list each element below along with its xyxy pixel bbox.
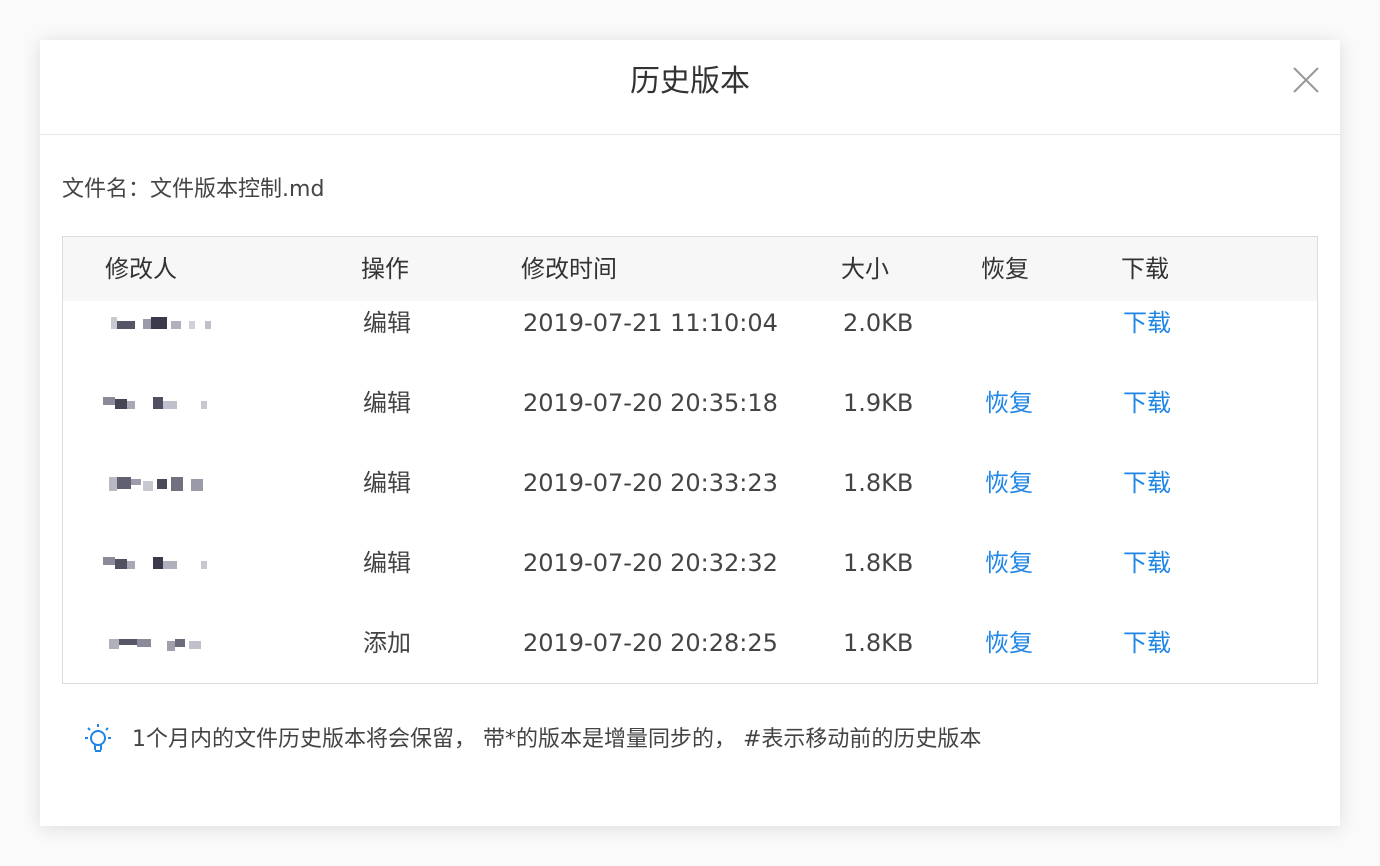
modifier-avatar-blurred (103, 391, 213, 415)
file-name-label: 文件名： (62, 177, 151, 202)
cell-time: 2019-07-21 11:10:04 (523, 309, 778, 337)
cell-size: 1.8KB (843, 629, 914, 657)
file-name-row: 文件名：文件版本控制.md (62, 174, 324, 206)
column-header-size: 大小 (841, 255, 889, 283)
download-link[interactable]: 下载 (1123, 627, 1171, 659)
cell-size: 1.9KB (843, 389, 914, 417)
modifier-avatar-blurred (109, 311, 219, 335)
cell-action: 编辑 (363, 549, 411, 577)
modifier-avatar-blurred (103, 551, 213, 575)
tip-text: 1个月内的文件历史版本将会保留， 带*的版本是增量同步的， #表示移动前的历史版… (132, 727, 982, 752)
modifier-avatar-blurred (109, 631, 219, 655)
cell-action: 编辑 (363, 469, 411, 497)
history-table: 修改人 操作 修改时间 大小 恢复 下载 编辑 2019-07-21 11:10… (62, 236, 1318, 684)
column-header-time: 修改时间 (521, 255, 617, 283)
download-link[interactable]: 下载 (1123, 387, 1171, 419)
cell-action: 添加 (363, 629, 411, 657)
cell-time: 2019-07-20 20:28:25 (523, 629, 778, 657)
cell-size: 2.0KB (843, 309, 914, 337)
restore-link[interactable]: 恢复 (985, 467, 1033, 499)
cell-action: 编辑 (363, 309, 411, 337)
cell-time: 2019-07-20 20:35:18 (523, 389, 778, 417)
lightbulb-icon (80, 722, 116, 758)
cell-time: 2019-07-20 20:33:23 (523, 469, 778, 497)
cell-action: 编辑 (363, 389, 411, 417)
table-row: 编辑 2019-07-20 20:32:32 1.8KB 恢复 下载 (63, 547, 1317, 627)
restore-link[interactable]: 恢复 (985, 627, 1033, 659)
modifier-avatar-blurred (109, 471, 219, 495)
table-header: 修改人 操作 修改时间 大小 恢复 下载 (63, 237, 1317, 301)
download-link[interactable]: 下载 (1123, 467, 1171, 499)
download-link[interactable]: 下载 (1123, 547, 1171, 579)
download-link[interactable]: 下载 (1123, 307, 1171, 339)
cell-size: 1.8KB (843, 549, 914, 577)
column-header-modifier: 修改人 (105, 255, 177, 283)
cell-size: 1.8KB (843, 469, 914, 497)
table-row: 编辑 2019-07-20 20:35:18 1.9KB 恢复 下载 (63, 387, 1317, 467)
restore-link[interactable]: 恢复 (985, 547, 1033, 579)
cell-time: 2019-07-20 20:32:32 (523, 549, 778, 577)
dialog-title: 历史版本 (630, 64, 750, 99)
table-row: 编辑 2019-07-21 11:10:04 2.0KB 下载 (63, 307, 1317, 387)
column-header-action: 操作 (361, 255, 409, 283)
column-header-download: 下载 (1121, 255, 1169, 283)
dialog-header: 历史版本 (40, 40, 1340, 135)
close-button[interactable] (1288, 62, 1324, 98)
file-name-value: 文件版本控制.md (150, 177, 325, 202)
history-dialog: 历史版本 文件名：文件版本控制.md 修改人 操作 修改时间 大小 恢复 下载 (40, 40, 1340, 826)
restore-link[interactable]: 恢复 (985, 387, 1033, 419)
column-header-restore: 恢复 (981, 255, 1029, 283)
table-row: 添加 2019-07-20 20:28:25 1.8KB 恢复 下载 (63, 627, 1317, 707)
close-icon (1293, 67, 1319, 93)
table-row: 编辑 2019-07-20 20:33:23 1.8KB 恢复 下载 (63, 467, 1317, 547)
